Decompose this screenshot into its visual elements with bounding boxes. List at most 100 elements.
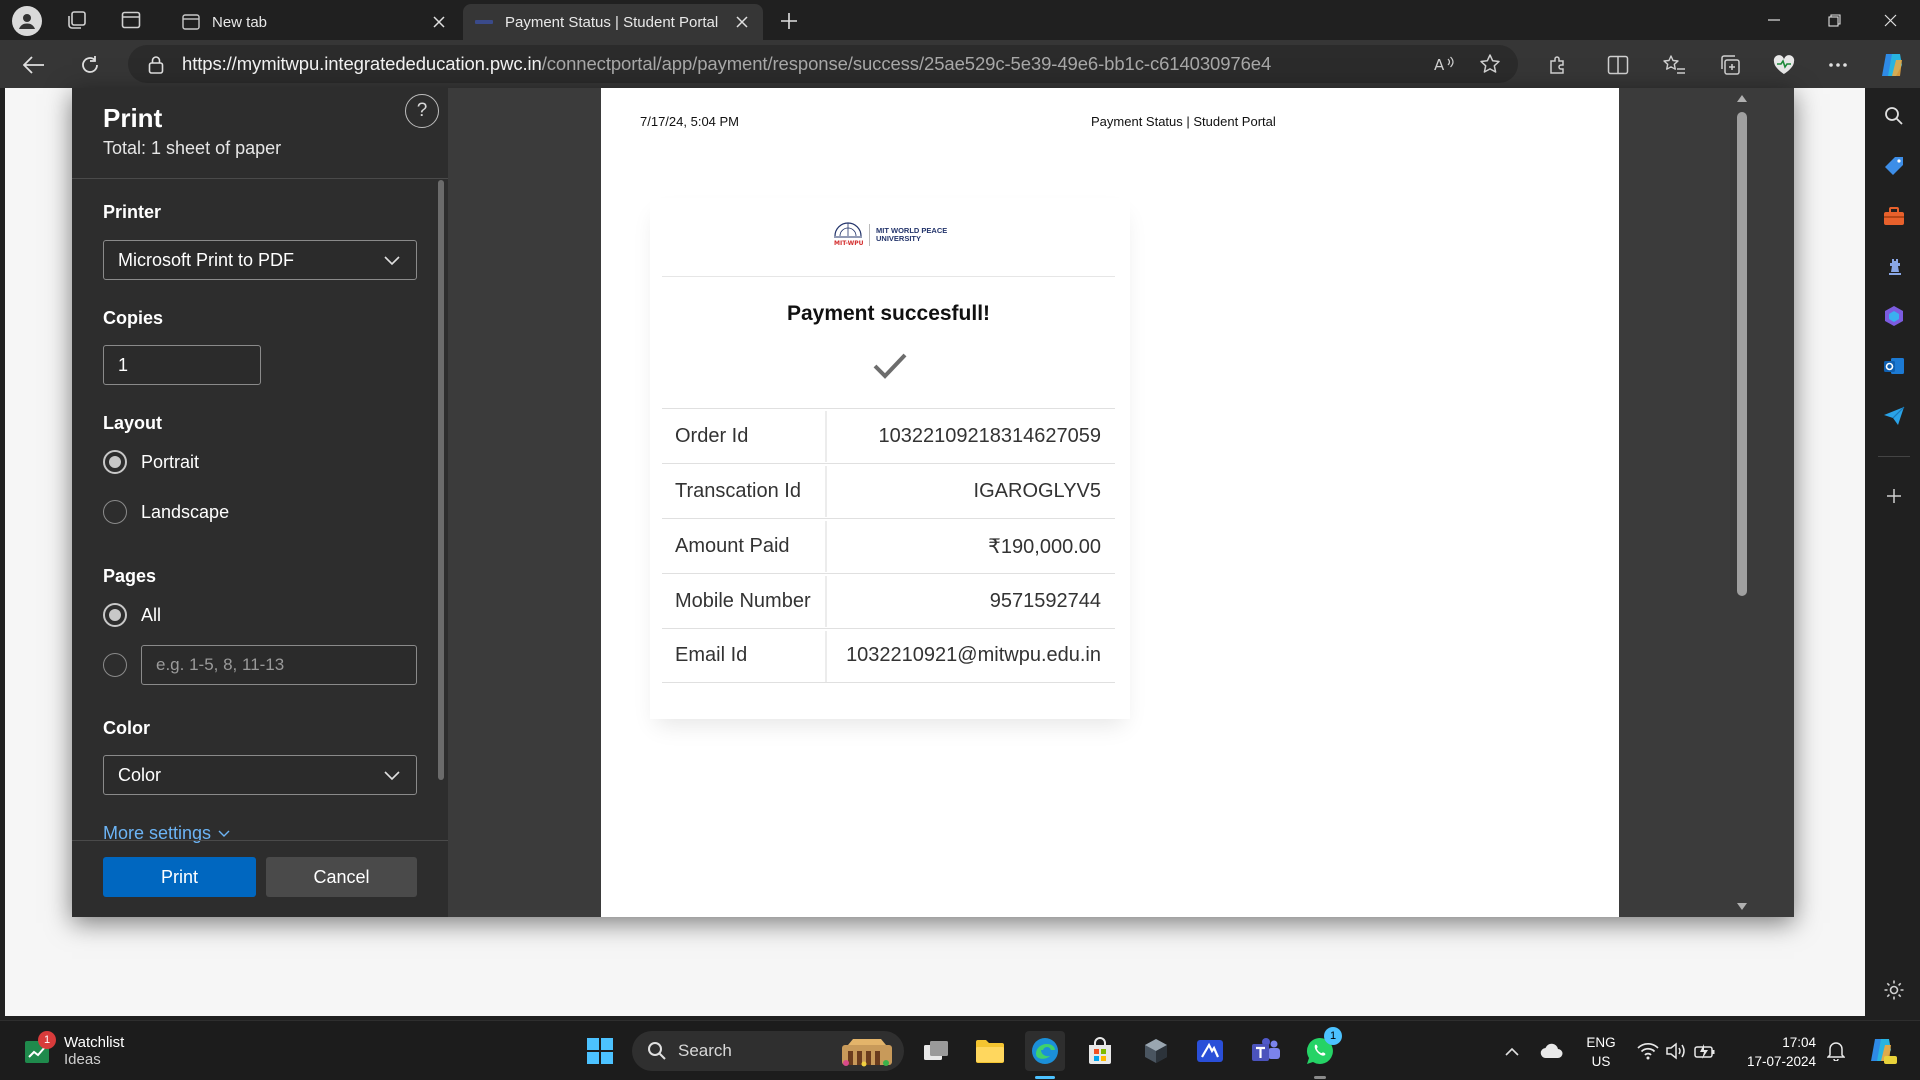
workspaces-icon	[68, 11, 86, 29]
pages-all-radio[interactable]	[103, 603, 127, 627]
start-button[interactable]	[580, 1031, 620, 1071]
layout-portrait-option[interactable]: Portrait	[103, 450, 199, 474]
favorites-button[interactable]	[1658, 49, 1690, 81]
help-button[interactable]: ?	[405, 94, 439, 128]
close-tab-icon[interactable]	[729, 9, 755, 35]
refresh-icon	[82, 56, 98, 73]
watchlist-widget[interactable]: 1 Watchlist Ideas	[24, 1029, 184, 1073]
read-aloud-icon[interactable]: A	[1428, 48, 1460, 80]
workspaces-button[interactable]	[64, 8, 90, 32]
restore-button[interactable]	[1804, 0, 1864, 40]
row-value: IGAROGLYV5	[973, 479, 1101, 502]
printer-select[interactable]: Microsoft Print to PDF	[103, 240, 417, 280]
wifi-icon	[1637, 1042, 1659, 1060]
edge-browser-button[interactable]	[1025, 1031, 1065, 1071]
settings-and-more-button[interactable]	[1822, 49, 1854, 81]
close-window-button[interactable]	[1860, 0, 1920, 40]
scroll-up-arrow-icon[interactable]	[1735, 92, 1749, 104]
portrait-radio[interactable]	[103, 450, 127, 474]
tab-payment-status[interactable]: Payment Status | Student Portal	[463, 4, 763, 40]
widget-title: Watchlist	[64, 1034, 125, 1051]
store-bag-icon	[1089, 1037, 1111, 1064]
cancel-button[interactable]: Cancel	[266, 857, 417, 897]
vertical-tabs-button[interactable]	[118, 8, 144, 32]
folder-icon	[976, 1040, 1004, 1063]
file-explorer-button[interactable]	[970, 1031, 1010, 1071]
sidebar-add-button[interactable]	[1878, 480, 1910, 512]
sidebar-shopping-button[interactable]	[1878, 150, 1910, 182]
browser-toolbar: https://mymitwpu.integratededucation.pwc…	[0, 40, 1920, 88]
landscape-radio[interactable]	[103, 500, 127, 524]
copilot-taskbar-button[interactable]	[1866, 1035, 1898, 1067]
scroll-down-arrow-icon[interactable]	[1735, 900, 1749, 912]
new-tab-button[interactable]	[774, 6, 804, 36]
app-button-vector[interactable]	[1190, 1031, 1230, 1071]
preview-sheet: 7/17/24, 5:04 PM Payment Status | Studen…	[601, 88, 1619, 917]
tab-new-tab[interactable]: New tab	[170, 4, 460, 40]
row-value: 9571592744	[989, 589, 1101, 612]
minimize-button[interactable]	[1744, 0, 1804, 40]
collections-button[interactable]	[1714, 49, 1746, 81]
taskbar-search[interactable]: Search	[632, 1031, 904, 1071]
browser-tab-strip: New tab Payment Status | Student Portal	[0, 0, 1920, 40]
settings-scrollbar[interactable]	[438, 180, 444, 780]
copies-input[interactable]: 1	[103, 345, 261, 385]
extensions-button[interactable]	[1542, 49, 1574, 81]
onedrive-button[interactable]	[1540, 1039, 1564, 1063]
notifications-button[interactable]	[1824, 1039, 1848, 1063]
sidebar-tools-button[interactable]	[1878, 200, 1910, 232]
table-row: Amount Paid ₹190,000.00	[662, 518, 1115, 573]
input-language-indicator[interactable]: ENG US	[1586, 1033, 1616, 1071]
system-clock[interactable]: 17:04 17-07-2024	[1734, 1033, 1816, 1071]
browser-essentials-button[interactable]	[1768, 49, 1800, 81]
lock-icon[interactable]	[146, 54, 166, 74]
sidebar-outlook-button[interactable]	[1878, 350, 1910, 382]
close-icon	[1884, 14, 1896, 26]
chevron-down-icon	[382, 251, 402, 271]
button-divider	[72, 840, 448, 841]
sidebar-copilot-designer-button[interactable]	[1878, 300, 1910, 332]
battery-status[interactable]	[1694, 1039, 1718, 1063]
split-screen-button[interactable]	[1602, 49, 1634, 81]
teams-button[interactable]	[1246, 1031, 1286, 1071]
speaker-icon	[1666, 1042, 1685, 1060]
sidebar-drop-button[interactable]	[1878, 400, 1910, 432]
sidebar-settings-button[interactable]	[1878, 974, 1910, 1006]
sidebar-search-button[interactable]	[1878, 100, 1910, 132]
layout-landscape-option[interactable]: Landscape	[103, 500, 229, 524]
row-value: ₹190,000.00	[988, 535, 1101, 558]
back-button[interactable]	[18, 49, 50, 81]
page-range-input[interactable]: e.g. 1-5, 8, 11-13	[141, 645, 417, 685]
close-tab-icon[interactable]	[426, 9, 452, 35]
wifi-status[interactable]	[1636, 1039, 1660, 1063]
sidebar-games-button[interactable]	[1878, 250, 1910, 282]
microsoft-store-button[interactable]	[1080, 1031, 1120, 1071]
collections-icon	[1721, 55, 1740, 75]
table-row: Mobile Number 9571592744	[662, 573, 1115, 628]
url-path: /connectportal/app/payment/response/succ…	[541, 53, 1272, 74]
favorite-star-icon[interactable]	[1474, 48, 1506, 80]
pages-custom-option[interactable]	[103, 653, 141, 677]
volume-status[interactable]	[1664, 1039, 1688, 1063]
pages-all-option[interactable]: All	[103, 603, 161, 627]
checkmark-icon	[872, 348, 908, 384]
refresh-button[interactable]	[74, 49, 106, 81]
battery-charging-icon	[1694, 1044, 1715, 1059]
preview-scrollbar-thumb[interactable]	[1737, 112, 1747, 596]
bell-icon	[1827, 1042, 1845, 1061]
row-key: Mobile Number	[675, 589, 811, 612]
copilot-button[interactable]	[1876, 49, 1908, 81]
show-hidden-icons-button[interactable]	[1500, 1039, 1524, 1063]
sheet-header-title: Payment Status | Student Portal	[1091, 114, 1276, 129]
cell-divider	[825, 521, 827, 572]
print-button[interactable]: Print	[103, 857, 256, 897]
app-button-cube[interactable]	[1136, 1031, 1176, 1071]
pages-custom-radio[interactable]	[103, 653, 127, 677]
address-bar[interactable]: https://mymitwpu.integratededucation.pwc…	[128, 45, 1518, 83]
row-value: 1032210921@mitwpu.edu.in	[846, 644, 1101, 666]
row-key: Amount Paid	[675, 534, 790, 557]
whatsapp-button[interactable]: 1	[1300, 1027, 1342, 1071]
color-select[interactable]: Color	[103, 755, 417, 795]
profile-avatar-button[interactable]	[12, 6, 42, 36]
task-view-button[interactable]	[916, 1031, 956, 1071]
